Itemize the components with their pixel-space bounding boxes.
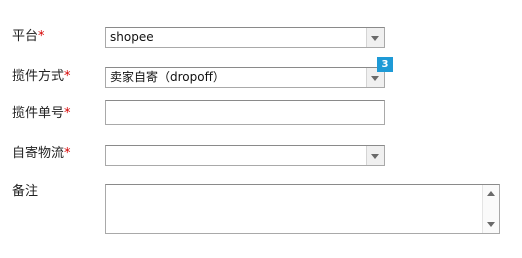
pickup-number-label-text: 揽件单号 [12,106,65,121]
count-badge: 3 [377,57,393,72]
self-ship-logistics-select[interactable] [105,145,385,166]
remarks-label-text: 备注 [12,184,39,199]
scroll-up-icon[interactable] [487,191,495,196]
pickup-number-label: 揽件单号* [12,106,71,122]
platform-label: 平台* [12,29,45,45]
pickup-method-label: 揽件方式* [12,69,71,85]
pickup-method-select-value: 卖家自寄（dropoff） [110,70,225,84]
pickup-method-select[interactable]: 卖家自寄（dropoff） [105,67,385,88]
required-asterisk: * [64,69,71,84]
platform-label-text: 平台 [12,29,39,44]
textarea-scrollbar[interactable] [482,185,499,233]
self-ship-logistics-label: 自寄物流* [12,146,71,162]
required-asterisk: * [64,146,71,161]
remarks-label: 备注 [12,184,38,200]
pickup-method-label-text: 揽件方式 [12,69,65,84]
chevron-down-icon[interactable] [366,28,384,47]
platform-select-value: shopee [110,30,154,44]
required-asterisk: * [38,29,45,44]
remarks-textarea[interactable] [105,184,500,234]
platform-select[interactable]: shopee [105,27,385,48]
chevron-down-icon[interactable] [366,146,384,165]
pickup-number-input[interactable] [105,100,385,125]
scroll-down-icon[interactable] [487,222,495,227]
required-asterisk: * [64,106,71,121]
self-ship-logistics-label-text: 自寄物流 [12,146,65,161]
